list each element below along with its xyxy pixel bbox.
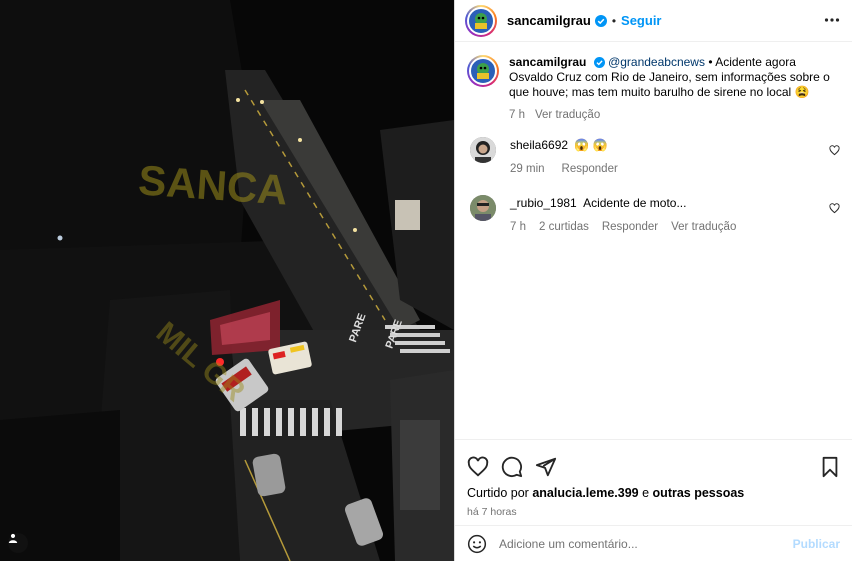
comment-text: 😱 😱 <box>574 138 608 152</box>
heart-icon[interactable] <box>829 145 840 156</box>
heart-icon[interactable] <box>829 203 840 214</box>
save-button[interactable] <box>820 456 840 478</box>
caption-time[interactable]: 7 h <box>509 107 525 123</box>
comment-time[interactable]: 7 h <box>510 219 526 235</box>
verified-icon <box>594 14 607 27</box>
publish-button[interactable]: Publicar <box>793 537 840 551</box>
likes-prefix: Curtido por <box>467 486 533 500</box>
comment-username[interactable]: _rubio_1981 <box>510 196 577 210</box>
comment-button[interactable] <box>501 456 523 478</box>
likes-others[interactable]: outras pessoas <box>653 486 745 500</box>
comment-item: _rubio_1981 Acidente de moto... 7 h 2 cu… <box>467 195 840 235</box>
caption-mention[interactable]: @grandeabcnews <box>608 55 705 69</box>
comment-icon <box>501 456 523 478</box>
comments-section: sancamilgrau @grandeabcnews • Acidente a… <box>455 45 852 235</box>
comment-translate[interactable]: Ver tradução <box>671 219 736 235</box>
bookmark-icon <box>822 456 838 478</box>
like-button[interactable] <box>467 456 489 478</box>
comment-time[interactable]: 29 min <box>510 161 545 177</box>
post-header: sancamilgrau • Seguir <box>455 0 852 42</box>
comment-username[interactable]: sheila6692 <box>510 138 568 152</box>
reply-button[interactable]: Responder <box>562 161 618 177</box>
heart-icon <box>467 456 489 477</box>
post-panel: sancamilgrau • Seguir sancamilgrau @gran… <box>454 0 852 561</box>
add-comment-bar: Publicar <box>455 525 852 561</box>
comment-text: Acidente de moto... <box>583 196 687 210</box>
post-actions-section: Curtido por analucia.leme.399 e outras p… <box>455 439 852 518</box>
author-avatar[interactable] <box>465 4 497 37</box>
share-button[interactable] <box>535 456 557 478</box>
more-options-icon[interactable] <box>824 12 840 28</box>
commenter-avatar[interactable] <box>470 195 496 221</box>
verified-icon <box>593 57 605 68</box>
caption-translate[interactable]: Ver tradução <box>535 107 600 123</box>
avatar-logo <box>470 9 492 32</box>
reply-button[interactable]: Responder <box>602 219 658 235</box>
caption-avatar[interactable] <box>467 55 499 87</box>
user-tag-button[interactable] <box>8 533 28 553</box>
separator: • <box>611 13 617 28</box>
caption: sancamilgrau @grandeabcnews • Acidente a… <box>467 55 840 123</box>
author-username[interactable]: sancamilgrau <box>507 13 591 28</box>
commenter-avatar[interactable] <box>470 137 496 163</box>
comment-likes[interactable]: 2 curtidas <box>539 219 589 235</box>
comment-item: sheila6692 😱 😱 29 min Responder <box>467 137 840 177</box>
night-street-image: SANCA MIL GR PARE PARE <box>0 0 454 561</box>
share-icon <box>535 457 557 477</box>
caption-username[interactable]: sancamilgrau <box>509 55 586 69</box>
likes-user[interactable]: analucia.leme.399 <box>532 486 638 500</box>
likes-middle: e <box>638 486 653 500</box>
post-media[interactable]: SANCA MIL GR PARE PARE <box>0 0 454 561</box>
user-tag-icon <box>8 533 18 543</box>
emoji-icon[interactable] <box>467 534 487 554</box>
action-bar <box>455 440 852 484</box>
avatar-logo <box>472 60 494 82</box>
comment-input[interactable] <box>499 536 793 551</box>
avatar-photo <box>470 195 496 221</box>
post-time[interactable]: há 7 horas <box>455 506 852 518</box>
likes-summary: Curtido por analucia.leme.399 e outras p… <box>455 486 852 500</box>
avatar-photo <box>470 137 496 163</box>
follow-button[interactable]: Seguir <box>621 13 661 28</box>
